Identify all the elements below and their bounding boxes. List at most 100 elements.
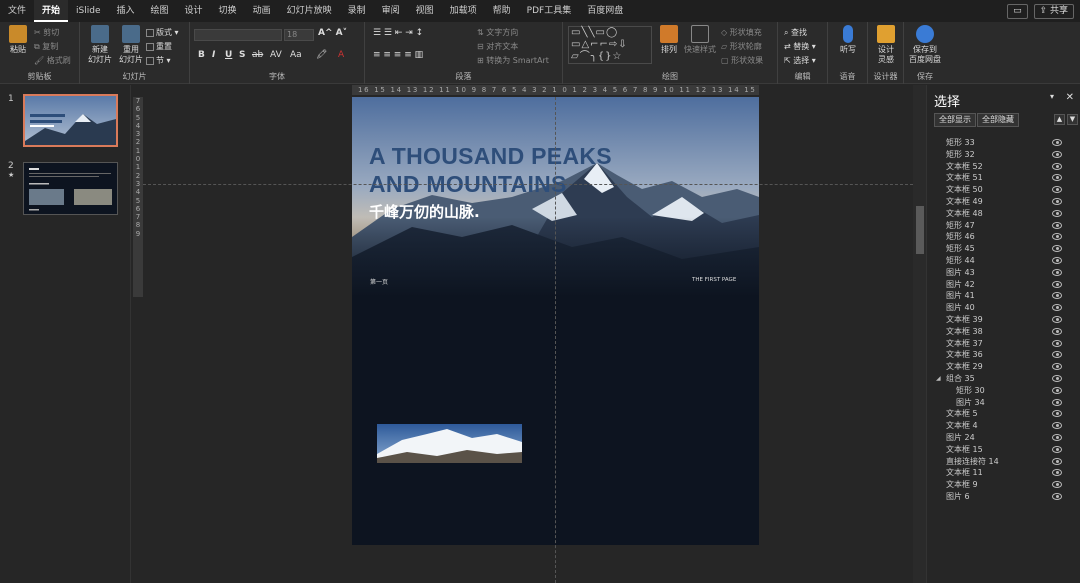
snow-mountain-image[interactable] xyxy=(377,424,522,463)
cut-button[interactable]: ✂ 剪切 xyxy=(34,27,59,38)
share-button[interactable]: ⇪ 共享 xyxy=(1033,4,1074,19)
selection-item[interactable]: 图片 42 xyxy=(927,279,1080,291)
tab-3[interactable]: 插入 xyxy=(109,0,143,22)
align-text-button[interactable]: ⊟ 对齐文本 xyxy=(477,41,518,52)
shape-outline-button[interactable]: ▱ 形状轮廓 xyxy=(721,41,762,52)
selection-item[interactable]: 文本框 9 xyxy=(927,479,1080,491)
arrange-button[interactable]: 排列 xyxy=(657,25,681,55)
reset-button[interactable]: 重置 xyxy=(146,41,172,52)
visibility-eye-icon[interactable] xyxy=(1052,233,1062,241)
visibility-eye-icon[interactable] xyxy=(1052,386,1062,394)
selection-item[interactable]: 文本框 38 xyxy=(927,326,1080,338)
selection-item[interactable]: ◢ 组合 35 xyxy=(927,373,1080,385)
paste-button[interactable]: 粘贴 xyxy=(5,25,31,55)
text-direction-button[interactable]: ⇅ 文字方向 xyxy=(477,27,518,38)
selection-item[interactable]: 文本框 50 xyxy=(927,184,1080,196)
visibility-eye-icon[interactable] xyxy=(1052,433,1062,441)
visibility-eye-icon[interactable] xyxy=(1052,339,1062,347)
visibility-eye-icon[interactable] xyxy=(1052,315,1062,323)
comments-button[interactable]: ▭ xyxy=(1007,4,1028,19)
selection-item[interactable]: 文本框 15 xyxy=(927,444,1080,456)
convert-smartart-button[interactable]: ⊞ 转换为 SmartArt xyxy=(477,55,549,66)
tab-6[interactable]: 切换 xyxy=(211,0,245,22)
slide-title[interactable]: A THOUSAND PEAKS AND MOUNTAINS xyxy=(369,142,612,198)
strikethrough-button[interactable]: ab xyxy=(252,50,263,60)
selection-item[interactable]: 文本框 11 xyxy=(927,467,1080,479)
shadow-button[interactable]: S xyxy=(239,50,245,60)
visibility-eye-icon[interactable] xyxy=(1052,445,1062,453)
copy-button[interactable]: ⧉ 复制 xyxy=(34,41,58,52)
italic-button[interactable]: I xyxy=(212,50,215,60)
underline-button[interactable]: U xyxy=(225,50,232,60)
visibility-eye-icon[interactable] xyxy=(1052,363,1062,371)
visibility-eye-icon[interactable] xyxy=(1052,327,1062,335)
visibility-eye-icon[interactable] xyxy=(1052,292,1062,300)
selection-item[interactable]: 矩形 32 xyxy=(927,149,1080,161)
selection-item[interactable]: 文本框 5 xyxy=(927,408,1080,420)
visibility-eye-icon[interactable] xyxy=(1052,139,1062,146)
visibility-eye-icon[interactable] xyxy=(1052,469,1062,477)
selection-item[interactable]: 文本框 39 xyxy=(927,314,1080,326)
visibility-eye-icon[interactable] xyxy=(1052,304,1062,312)
tab-10[interactable]: 审阅 xyxy=(374,0,408,22)
visibility-eye-icon[interactable] xyxy=(1052,351,1062,359)
scrollbar-thumb[interactable] xyxy=(916,206,924,254)
selection-item[interactable]: 图片 41 xyxy=(927,290,1080,302)
shapes-gallery[interactable]: ▭╲╲▭◯ ▭△⌐⌐⇨⇩ ▱⌒╮{}☆ xyxy=(568,26,652,64)
tab-2[interactable]: iSlide xyxy=(68,0,108,22)
selection-item[interactable]: 图片 24 xyxy=(927,432,1080,444)
selection-item[interactable]: 文本框 36 xyxy=(927,349,1080,361)
highlight-button[interactable]: 🖍 xyxy=(316,50,327,60)
horizontal-guide[interactable] xyxy=(143,184,913,185)
visibility-eye-icon[interactable] xyxy=(1052,150,1062,158)
bold-button[interactable]: B xyxy=(198,50,205,60)
selection-item[interactable]: 图片 34 xyxy=(927,397,1080,409)
tab-7[interactable]: 动画 xyxy=(245,0,279,22)
close-icon[interactable]: ✕ xyxy=(1066,92,1074,103)
visibility-eye-icon[interactable] xyxy=(1052,162,1062,170)
visibility-eye-icon[interactable] xyxy=(1052,422,1062,430)
selection-item[interactable]: 图片 6 xyxy=(927,491,1080,503)
visibility-eye-icon[interactable] xyxy=(1052,186,1062,194)
show-all-button[interactable]: 全部显示 xyxy=(934,113,976,127)
grow-font-button[interactable]: A^ A˅ xyxy=(318,28,347,38)
page-number-text[interactable]: 第一页 xyxy=(370,277,388,286)
collapse-icon[interactable]: ◢ xyxy=(936,373,941,385)
reuse-slides-button[interactable]: 重用 幻灯片 xyxy=(117,25,145,65)
selection-item[interactable]: 文本框 48 xyxy=(927,208,1080,220)
send-backward-icon[interactable]: ▼ xyxy=(1067,114,1078,125)
page-tag-text[interactable]: THE FIRST PAGE xyxy=(692,277,736,283)
visibility-eye-icon[interactable] xyxy=(1052,174,1062,182)
visibility-eye-icon[interactable] xyxy=(1052,374,1062,382)
replace-button[interactable]: ⇄ 替换 ▾ xyxy=(784,41,816,52)
tab-8[interactable]: 幻灯片放映 xyxy=(279,0,340,22)
visibility-eye-icon[interactable] xyxy=(1052,410,1062,418)
save-to-baidu-button[interactable]: 保存到 百度网盘 xyxy=(906,25,944,65)
pane-options-icon[interactable]: ▾ xyxy=(1050,92,1054,101)
select-button[interactable]: ⇱ 选择 ▾ xyxy=(784,55,816,66)
visibility-eye-icon[interactable] xyxy=(1052,268,1062,276)
quick-styles-button[interactable]: 快速样式 xyxy=(683,25,717,55)
new-slide-button[interactable]: 新建 幻灯片 xyxy=(86,25,114,65)
hide-all-button[interactable]: 全部隐藏 xyxy=(977,113,1019,127)
bring-forward-icon[interactable]: ▲ xyxy=(1054,114,1065,125)
shape-effects-button[interactable]: ▢ 形状效果 xyxy=(721,55,763,66)
tab-14[interactable]: PDF工具集 xyxy=(519,0,580,22)
selection-item[interactable]: 文本框 4 xyxy=(927,420,1080,432)
tab-5[interactable]: 设计 xyxy=(177,0,211,22)
layout-button[interactable]: 版式 ▾ xyxy=(146,27,179,38)
selection-item[interactable]: 文本框 29 xyxy=(927,361,1080,373)
visibility-eye-icon[interactable] xyxy=(1052,197,1062,205)
selection-item[interactable]: 直接连接符 14 xyxy=(927,456,1080,468)
font-color-button[interactable]: A xyxy=(338,50,344,60)
visibility-eye-icon[interactable] xyxy=(1052,481,1062,489)
selection-item[interactable]: 矩形 47 xyxy=(927,220,1080,232)
selection-item[interactable]: 图片 43 xyxy=(927,267,1080,279)
selection-item[interactable]: 矩形 33 xyxy=(927,137,1080,149)
change-case-button[interactable]: Aa xyxy=(290,50,302,60)
selection-item[interactable]: 矩形 46 xyxy=(927,231,1080,243)
visibility-eye-icon[interactable] xyxy=(1052,457,1062,465)
selection-item[interactable]: 矩形 44 xyxy=(927,255,1080,267)
format-painter-button[interactable]: 🖌 格式刷 xyxy=(34,55,71,66)
selection-item[interactable]: 文本框 49 xyxy=(927,196,1080,208)
